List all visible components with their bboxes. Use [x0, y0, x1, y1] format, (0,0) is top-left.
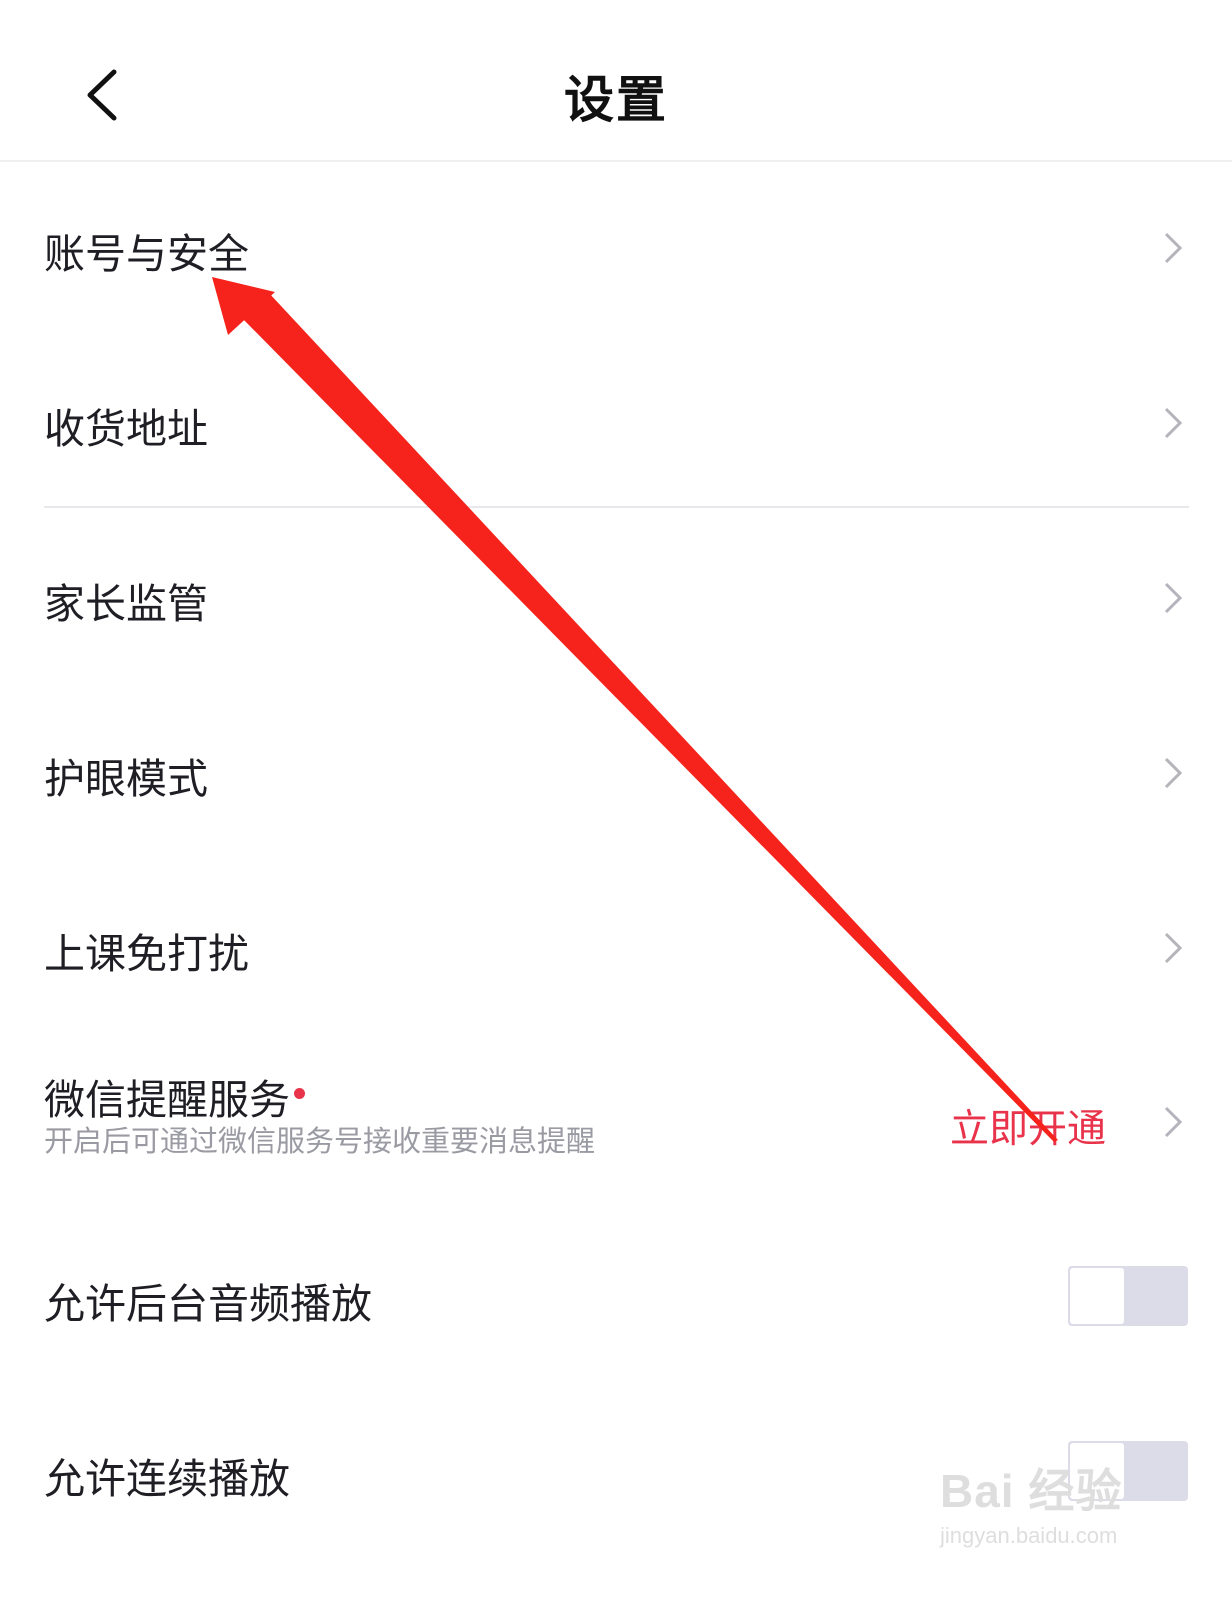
settings-item-label: 允许连续播放	[44, 1455, 290, 1503]
settings-item-background-audio: 允许后台音频播放	[0, 1230, 1232, 1370]
settings-item-label: 允许后台音频播放	[44, 1280, 372, 1328]
settings-item-label: 微信提醒服务	[44, 1076, 290, 1124]
activate-now-link[interactable]: 立即开通	[950, 1098, 1106, 1154]
toggle-knob	[1070, 1268, 1124, 1324]
settings-item-wechat-reminder[interactable]: 微信提醒服务 开启后可通过微信服务号接收重要消息提醒 立即开通	[0, 1050, 1232, 1200]
settings-item-label: 家长监管	[44, 580, 208, 628]
settings-item-eye-protection[interactable]: 护眼模式	[0, 705, 1232, 845]
settings-item-account-security[interactable]: 账号与安全	[0, 180, 1232, 320]
settings-item-shipping-address[interactable]: 收货地址	[0, 355, 1232, 495]
wechat-reminder-title: 微信提醒服务	[44, 1066, 305, 1126]
settings-item-sublabel: 开启后可通过微信服务号接收重要消息提醒	[44, 1124, 596, 1158]
settings-item-label: 上课免打扰	[44, 930, 249, 978]
page-title: 设置	[564, 71, 668, 129]
autoplay-toggle[interactable]	[1068, 1441, 1188, 1501]
toggle-knob	[1070, 1443, 1124, 1499]
header-bar: 设置	[0, 0, 1232, 162]
chevron-right-icon	[1164, 407, 1183, 439]
new-badge-dot	[294, 1088, 305, 1099]
background-audio-toggle[interactable]	[1068, 1266, 1188, 1326]
settings-item-label: 收货地址	[44, 405, 208, 453]
settings-item-parental-control[interactable]: 家长监管	[0, 530, 1232, 670]
chevron-right-icon	[1164, 232, 1183, 264]
settings-item-class-dnd[interactable]: 上课免打扰	[0, 880, 1232, 1020]
settings-item-autoplay: 允许连续播放	[0, 1405, 1232, 1545]
chevron-right-icon	[1164, 1106, 1183, 1138]
section-divider	[44, 506, 1189, 508]
settings-item-label: 账号与安全	[44, 230, 249, 278]
settings-item-label: 护眼模式	[44, 755, 208, 803]
chevron-right-icon	[1164, 582, 1183, 614]
chevron-right-icon	[1164, 932, 1183, 964]
chevron-right-icon	[1164, 757, 1183, 789]
